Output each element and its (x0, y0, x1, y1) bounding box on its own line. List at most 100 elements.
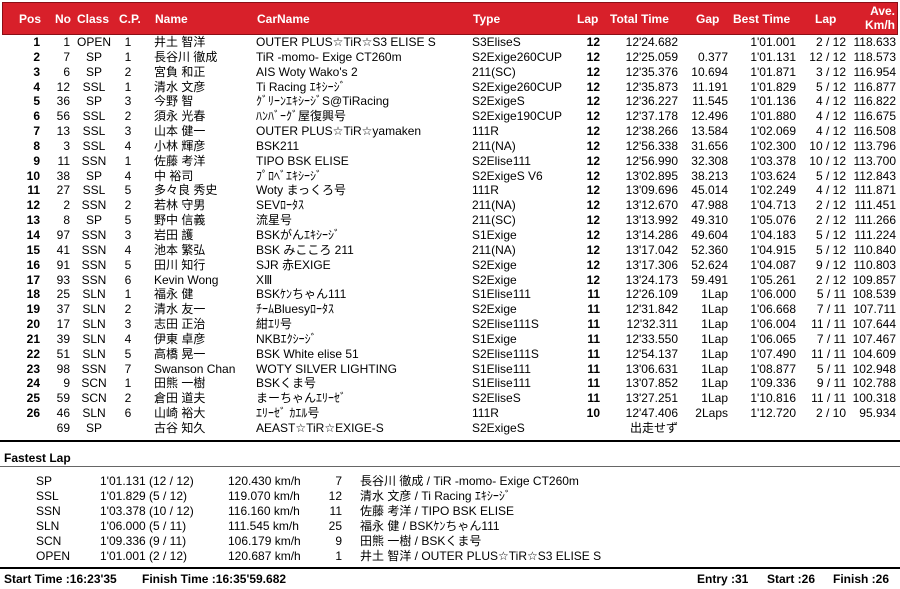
cell-car: AIS Woty Wako's 2 (256, 64, 358, 79)
cell-best: 1'04.915 (750, 242, 796, 257)
cell-ave: 104.609 (852, 346, 896, 361)
cell-gap: 52.624 (691, 257, 728, 272)
cell-ave: 107.467 (852, 331, 896, 346)
cell-name: 福永 健 (154, 287, 194, 302)
cell-class: SSL (82, 79, 106, 94)
cell-type: S3EliseS (472, 35, 521, 49)
cell-lap: 11 (587, 391, 600, 406)
cell-no: 51 (56, 346, 70, 361)
fastest-cell-no: 1 (335, 549, 342, 564)
header-lap: Lap (577, 12, 599, 26)
cell-pos: 11 (27, 183, 40, 198)
cell-total: 13'12.670 (625, 198, 678, 213)
cell-class: SLN (82, 287, 106, 302)
cell-cp: 3 (124, 317, 132, 332)
cell-no: 46 (56, 406, 70, 421)
fastest-lap-row: SSN 1'03.378 (10 / 12) 116.160 km/h 11 佐藤 考洋… (0, 504, 900, 519)
cell-car: BSK みこころ 211 (256, 242, 354, 257)
cell-total: 13'07.852 (625, 376, 678, 391)
cell-total: 12'24.682 (625, 35, 678, 49)
cell-total: 出走せず (629, 420, 678, 435)
cell-blap: 7 / 11 (816, 331, 846, 346)
cell-blap: 2 / 12 (815, 198, 846, 213)
cell-best: 1'03.624 (750, 168, 796, 183)
cell-gap: 1Lap (701, 317, 728, 332)
cell-lap: 12 (586, 94, 600, 109)
cell-type: S2Elise111S (472, 346, 539, 361)
table-row: 1 1 OPEN 1 井土 智洋 OUTER PLUS☆TiR☆S3 ELISE S S3E… (2, 35, 898, 50)
cell-total: 12'56.338 (625, 138, 678, 153)
cell-type: S1Exige (472, 331, 517, 346)
cell-blap: 5 / 12 (815, 227, 846, 242)
cell-name: 清水 文彦 (154, 79, 206, 94)
cell-type: S2ExigeS V6 (472, 168, 543, 183)
cell-total: 13'09.696 (625, 183, 678, 198)
cell-gap: 0.377 (697, 49, 728, 64)
fastest-lap-row: SSL 1'01.829 (5 / 12) 119.070 km/h 12 清水 文彦 … (0, 489, 900, 504)
cell-lap: 11 (587, 287, 600, 302)
cell-name: 山本 健一 (154, 124, 206, 139)
table-row: 20 17 SLN 3 志田 正治 紺ｴﾘ号 S2Elise111S 11 12'32.311 1… (2, 317, 898, 332)
cell-type: 211(NA) (472, 242, 516, 257)
cell-blap: 11 / 11 (811, 346, 846, 361)
fastest-cell-driver: 井土 智洋 / OUTER PLUS☆TiR☆S3 ELISE S (360, 549, 602, 564)
cell-gap: 32.308 (691, 153, 728, 168)
footer-finish: Finish :26 (833, 572, 890, 586)
cell-name: 多々良 秀史 (154, 183, 218, 198)
fastest-cell-no: 12 (328, 489, 342, 504)
cell-gap: 1Lap (701, 287, 728, 302)
cell-best: 1'07.490 (750, 346, 796, 361)
cell-no: 2 (63, 198, 70, 213)
cell-ave: 116.508 (853, 124, 897, 139)
cell-cp: 4 (124, 138, 132, 153)
cell-no: 69 (56, 420, 70, 435)
cell-cp: 3 (124, 124, 132, 139)
cell-name: Swanson Chan (154, 361, 236, 376)
cell-pos: 12 (26, 198, 40, 213)
table-row: 25 59 SCN 2 倉田 道夫 まーちゃんｴﾘｰｾﾞ S2EliseS 11 13'27.2… (2, 391, 898, 406)
cell-type: S2Elise111 (472, 153, 531, 168)
fastest-cell-no: 25 (328, 519, 342, 534)
cell-gap: 1Lap (701, 391, 728, 406)
cell-class: SSL (82, 109, 106, 124)
cell-class: SP (85, 94, 102, 109)
table-row: 24 9 SCN 1 田熊 一樹 BSKくま号 S1Elise111 11 13'07.852 1… (2, 376, 898, 391)
cell-blap: 5 / 11 (816, 361, 846, 376)
cell-name: 山崎 裕大 (154, 406, 206, 421)
cell-ave: 116.954 (853, 64, 897, 79)
cell-class: SSN (81, 242, 107, 257)
cell-blap: 4 / 12 (815, 124, 846, 139)
cell-class: SSN (81, 227, 107, 242)
cell-total: 13'02.895 (625, 168, 678, 183)
cell-ave: 107.711 (853, 302, 897, 317)
cell-best: 1'06.000 (750, 287, 796, 302)
cell-name: 今野 智 (154, 94, 194, 109)
cell-ave: 102.788 (852, 376, 896, 391)
cell-lap: 12 (586, 168, 600, 183)
cell-best: 1'03.378 (750, 153, 796, 168)
footer-rule (0, 567, 900, 569)
cell-class: SSN (81, 361, 107, 376)
cell-car: BSKくま号 (256, 376, 317, 391)
fastest-cell-class: SLN (36, 519, 60, 534)
cell-no: 12 (56, 79, 70, 94)
fastest-cell-class: OPEN (36, 549, 71, 564)
cell-name: 田川 知行 (154, 257, 206, 272)
table-row: 15 41 SSN 4 池本 繁弘 BSK みこころ 211 211(NA) 12 13'17.… (2, 243, 898, 258)
cell-lap: 12 (586, 79, 600, 94)
cell-class: SP (85, 213, 102, 228)
table-row: 19 37 SLN 2 清水 友一 ﾁｰﾑBluesyﾛｰﾀｽ S2Exige 11 12'31… (2, 302, 898, 317)
cell-car: XⅢ (256, 272, 273, 287)
cell-best: 1'04.713 (750, 198, 796, 213)
cell-class: SP (85, 64, 102, 79)
cell-blap: 3 / 12 (815, 64, 846, 79)
cell-gap: 1Lap (701, 302, 728, 317)
cell-car: 流星号 (256, 213, 293, 228)
table-row: 5 36 SP 3 今野 智 ｸﾞﾘｰﾝｴｷｼｰｼﾞS@TiRacing S2ExigeS 1… (2, 94, 898, 109)
cell-lap: 12 (586, 49, 600, 64)
cell-lap: 11 (587, 317, 600, 332)
cell-lap: 11 (587, 346, 600, 361)
cell-blap: 4 / 12 (815, 183, 846, 198)
cell-ave: 118.633 (853, 35, 897, 49)
cell-name: 宮負 和正 (154, 64, 206, 79)
